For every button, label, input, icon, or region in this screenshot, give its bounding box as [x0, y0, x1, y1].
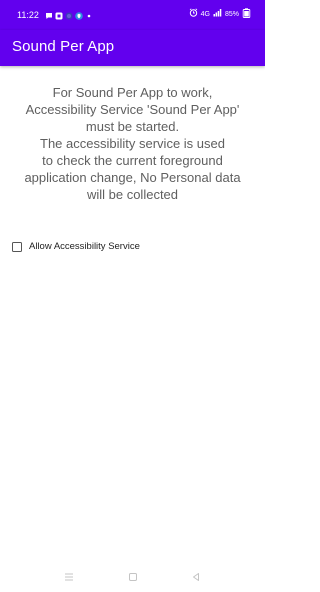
- menu-icon[interactable]: [62, 570, 76, 584]
- chat-icon: [45, 12, 53, 20]
- home-icon[interactable]: [126, 570, 140, 584]
- allow-accessibility-checkbox[interactable]: [12, 242, 22, 252]
- battery-icon: [242, 7, 251, 23]
- system-navigation-bar: [0, 566, 265, 588]
- screen: 11:22 4G 85% Sound Per App For Sound Per…: [0, 0, 265, 592]
- app-icon: [55, 12, 63, 20]
- accessibility-info-message: For Sound Per App to work, Accessibility…: [0, 84, 265, 203]
- message-line: must be started.: [85, 119, 180, 134]
- back-icon[interactable]: [189, 570, 203, 584]
- message-line: For Sound Per App to work,: [52, 85, 213, 100]
- network-type-label: 4G: [200, 11, 210, 18]
- message-line: Accessibility Service 'Sound Per App': [25, 102, 240, 117]
- message-line: will be collected: [86, 187, 179, 202]
- message-line: to check the current foreground: [42, 153, 223, 168]
- allow-accessibility-label[interactable]: Allow Accessibility Service: [29, 241, 140, 253]
- shield-icon: [75, 11, 83, 20]
- app-title: Sound Per App: [12, 38, 115, 55]
- signal-icon: [213, 8, 222, 22]
- status-system-icons: 4G 85%: [189, 7, 251, 23]
- globe-icon: [65, 12, 73, 20]
- dot-icon: [85, 12, 93, 20]
- status-bar: 11:22 4G 85%: [0, 0, 265, 30]
- alarm-icon: [189, 8, 198, 22]
- status-notification-icons: [45, 10, 93, 21]
- app-bar: Sound Per App: [0, 30, 265, 66]
- allow-accessibility-checkbox-row[interactable]: Allow Accessibility Service: [12, 240, 140, 254]
- message-line: application change, No Personal data: [24, 170, 241, 185]
- battery-percent: 85%: [224, 11, 239, 18]
- message-line: The accessibility service is used: [40, 136, 225, 151]
- status-time: 11:22: [17, 10, 39, 20]
